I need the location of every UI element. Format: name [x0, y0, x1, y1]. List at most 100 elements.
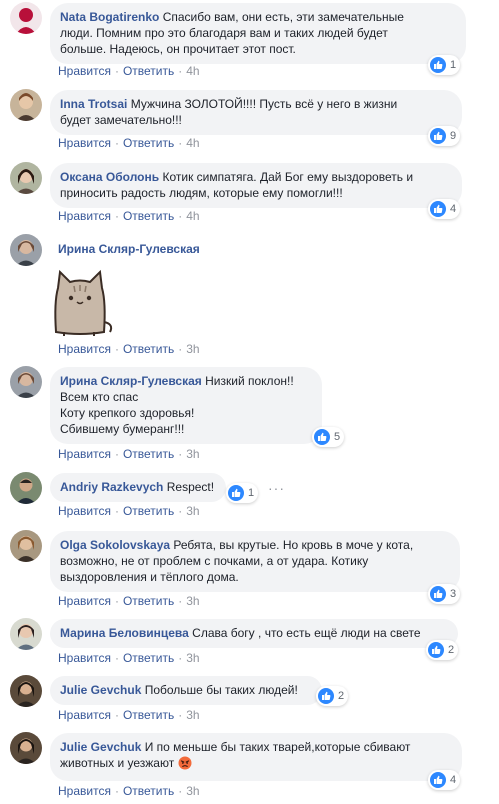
comment-bubble: Inna Trotsai Мужчина ЗОЛОТОЙ!!!! Пусть в…	[50, 90, 462, 135]
like-button[interactable]: Нравится	[58, 708, 111, 722]
comment-author[interactable]: Оксана Оболонь	[60, 170, 159, 184]
reply-button[interactable]: Ответить	[123, 651, 174, 665]
avatar[interactable]	[10, 162, 42, 194]
comment-actions: Нравится · Ответить · 3h	[58, 708, 200, 722]
timestamp[interactable]: 3h	[186, 708, 199, 722]
comment-bubble: Julie Gevchuk И по меньше бы таких тваре…	[50, 733, 462, 781]
comment-text: Ребята, вы крутые. Но кровь в моче у кот…	[173, 538, 414, 552]
like-icon	[318, 688, 334, 704]
comment-text: люди. Помним про это благодаря вам и так…	[60, 26, 388, 40]
comment-author[interactable]: Nata Bogatirenko	[60, 10, 159, 24]
pusheen-cat-sticker[interactable]	[44, 262, 116, 341]
comment-author[interactable]: Olga Sokolovskaya	[60, 538, 170, 552]
comment-text: животных и уезжают	[60, 756, 175, 770]
comment-actions: Нравится · Ответить · 4h	[58, 136, 200, 150]
reaction-count[interactable]: 9	[428, 126, 461, 146]
comment-text: больше. Надеюсь, он прочитает этот пост.	[60, 42, 296, 56]
reaction-count[interactable]: 1	[428, 55, 461, 75]
avatar[interactable]	[10, 2, 42, 34]
like-button[interactable]: Нравится	[58, 64, 111, 78]
reaction-count[interactable]: 1	[226, 483, 259, 503]
avatar[interactable]	[10, 89, 42, 121]
timestamp[interactable]: 4h	[186, 209, 199, 223]
timestamp[interactable]: 3h	[186, 651, 199, 665]
reply-button[interactable]: Ответить	[123, 342, 174, 356]
like-count: 5	[334, 431, 341, 443]
comment-text: Мужчина ЗОЛОТОЙ!!!! Пусть всё у него в ж…	[130, 97, 398, 111]
reply-button[interactable]: Ответить	[123, 784, 174, 798]
like-icon	[430, 128, 446, 144]
like-count: 1	[248, 487, 255, 499]
avatar[interactable]	[10, 472, 42, 504]
comment-author[interactable]: Марина Беловинцева	[60, 626, 189, 640]
avatar[interactable]	[10, 618, 42, 650]
separator: ·	[114, 342, 119, 356]
avatar[interactable]	[10, 675, 42, 707]
like-icon	[430, 772, 446, 788]
reaction-count[interactable]: 2	[426, 640, 459, 660]
avatar[interactable]	[10, 732, 42, 764]
comment-text: будет замечательно!!!	[60, 113, 182, 127]
more-options-button[interactable]: ···	[268, 480, 285, 496]
separator: ·	[178, 209, 183, 223]
avatar[interactable]	[10, 234, 42, 266]
timestamp[interactable]: 4h	[186, 64, 199, 78]
comment-bubble: Оксана Оболонь Котик симпатяга. Дай Бог …	[50, 163, 462, 208]
comment-author[interactable]: Julie Gevchuk	[60, 740, 141, 754]
like-icon	[314, 429, 330, 445]
comment-text: Коту крепкого здоровья!	[60, 406, 195, 420]
reply-button[interactable]: Ответить	[123, 209, 174, 223]
comment-header: Ирина Скляр-Гулевская	[58, 242, 200, 256]
separator: ·	[178, 136, 183, 150]
like-button[interactable]: Нравится	[58, 651, 111, 665]
reaction-count[interactable]: 3	[428, 584, 461, 604]
like-count: 9	[450, 130, 457, 142]
timestamp[interactable]: 3h	[186, 504, 199, 518]
reply-button[interactable]: Ответить	[123, 136, 174, 150]
avatar[interactable]	[10, 530, 42, 562]
like-button[interactable]: Нравится	[58, 594, 111, 608]
like-button[interactable]: Нравится	[58, 209, 111, 223]
timestamp[interactable]: 3h	[186, 594, 199, 608]
separator: ·	[114, 64, 119, 78]
timestamp[interactable]: 3h	[186, 342, 199, 356]
reaction-count[interactable]: 5	[312, 427, 345, 447]
timestamp[interactable]: 3h	[186, 784, 199, 798]
separator: ·	[114, 708, 119, 722]
reaction-count[interactable]: 4	[428, 770, 461, 790]
reply-button[interactable]: Ответить	[123, 594, 174, 608]
comment-text: Слава богу , что есть ещё люди на свете	[192, 626, 421, 640]
comment-text: Спасибо вам, они есть, эти замечательные	[162, 10, 404, 24]
comment-text: Всем кто спас	[60, 390, 139, 404]
separator: ·	[178, 342, 183, 356]
comment-text: Сбившему бумеранг!!!	[60, 422, 185, 436]
comment-actions: Нравится · Ответить · 3h	[58, 594, 200, 608]
like-button[interactable]: Нравится	[58, 504, 111, 518]
separator: ·	[178, 447, 183, 461]
reaction-count[interactable]: 4	[428, 199, 461, 219]
reaction-count[interactable]: 2	[316, 686, 349, 706]
avatar[interactable]	[10, 366, 42, 398]
comment-bubble: Olga Sokolovskaya Ребята, вы крутые. Но …	[50, 531, 460, 592]
comment-bubble: Nata Bogatirenko Спасибо вам, они есть, …	[50, 3, 466, 64]
like-button[interactable]: Нравится	[58, 447, 111, 461]
comment-author[interactable]: Andriy Razkevych	[60, 480, 163, 494]
comment-author[interactable]: Julie Gevchuk	[60, 683, 141, 697]
timestamp[interactable]: 3h	[186, 447, 199, 461]
comment-author[interactable]: Ирина Скляр-Гулевская	[60, 374, 202, 388]
comment-author[interactable]: Inna Trotsai	[60, 97, 127, 111]
separator: ·	[178, 594, 183, 608]
timestamp[interactable]: 4h	[186, 136, 199, 150]
like-button[interactable]: Нравится	[58, 136, 111, 150]
like-button[interactable]: Нравится	[58, 342, 111, 356]
like-button[interactable]: Нравится	[58, 784, 111, 798]
comment-bubble: Andriy Razkevych Respect!	[50, 473, 226, 502]
like-count: 4	[450, 203, 457, 215]
reply-button[interactable]: Ответить	[123, 64, 174, 78]
comment-actions: Нравится · Ответить · 4h	[58, 64, 200, 78]
comment-author[interactable]: Ирина Скляр-Гулевская	[58, 242, 200, 256]
reply-button[interactable]: Ответить	[123, 708, 174, 722]
like-count: 4	[450, 774, 457, 786]
reply-button[interactable]: Ответить	[123, 447, 174, 461]
reply-button[interactable]: Ответить	[123, 504, 174, 518]
